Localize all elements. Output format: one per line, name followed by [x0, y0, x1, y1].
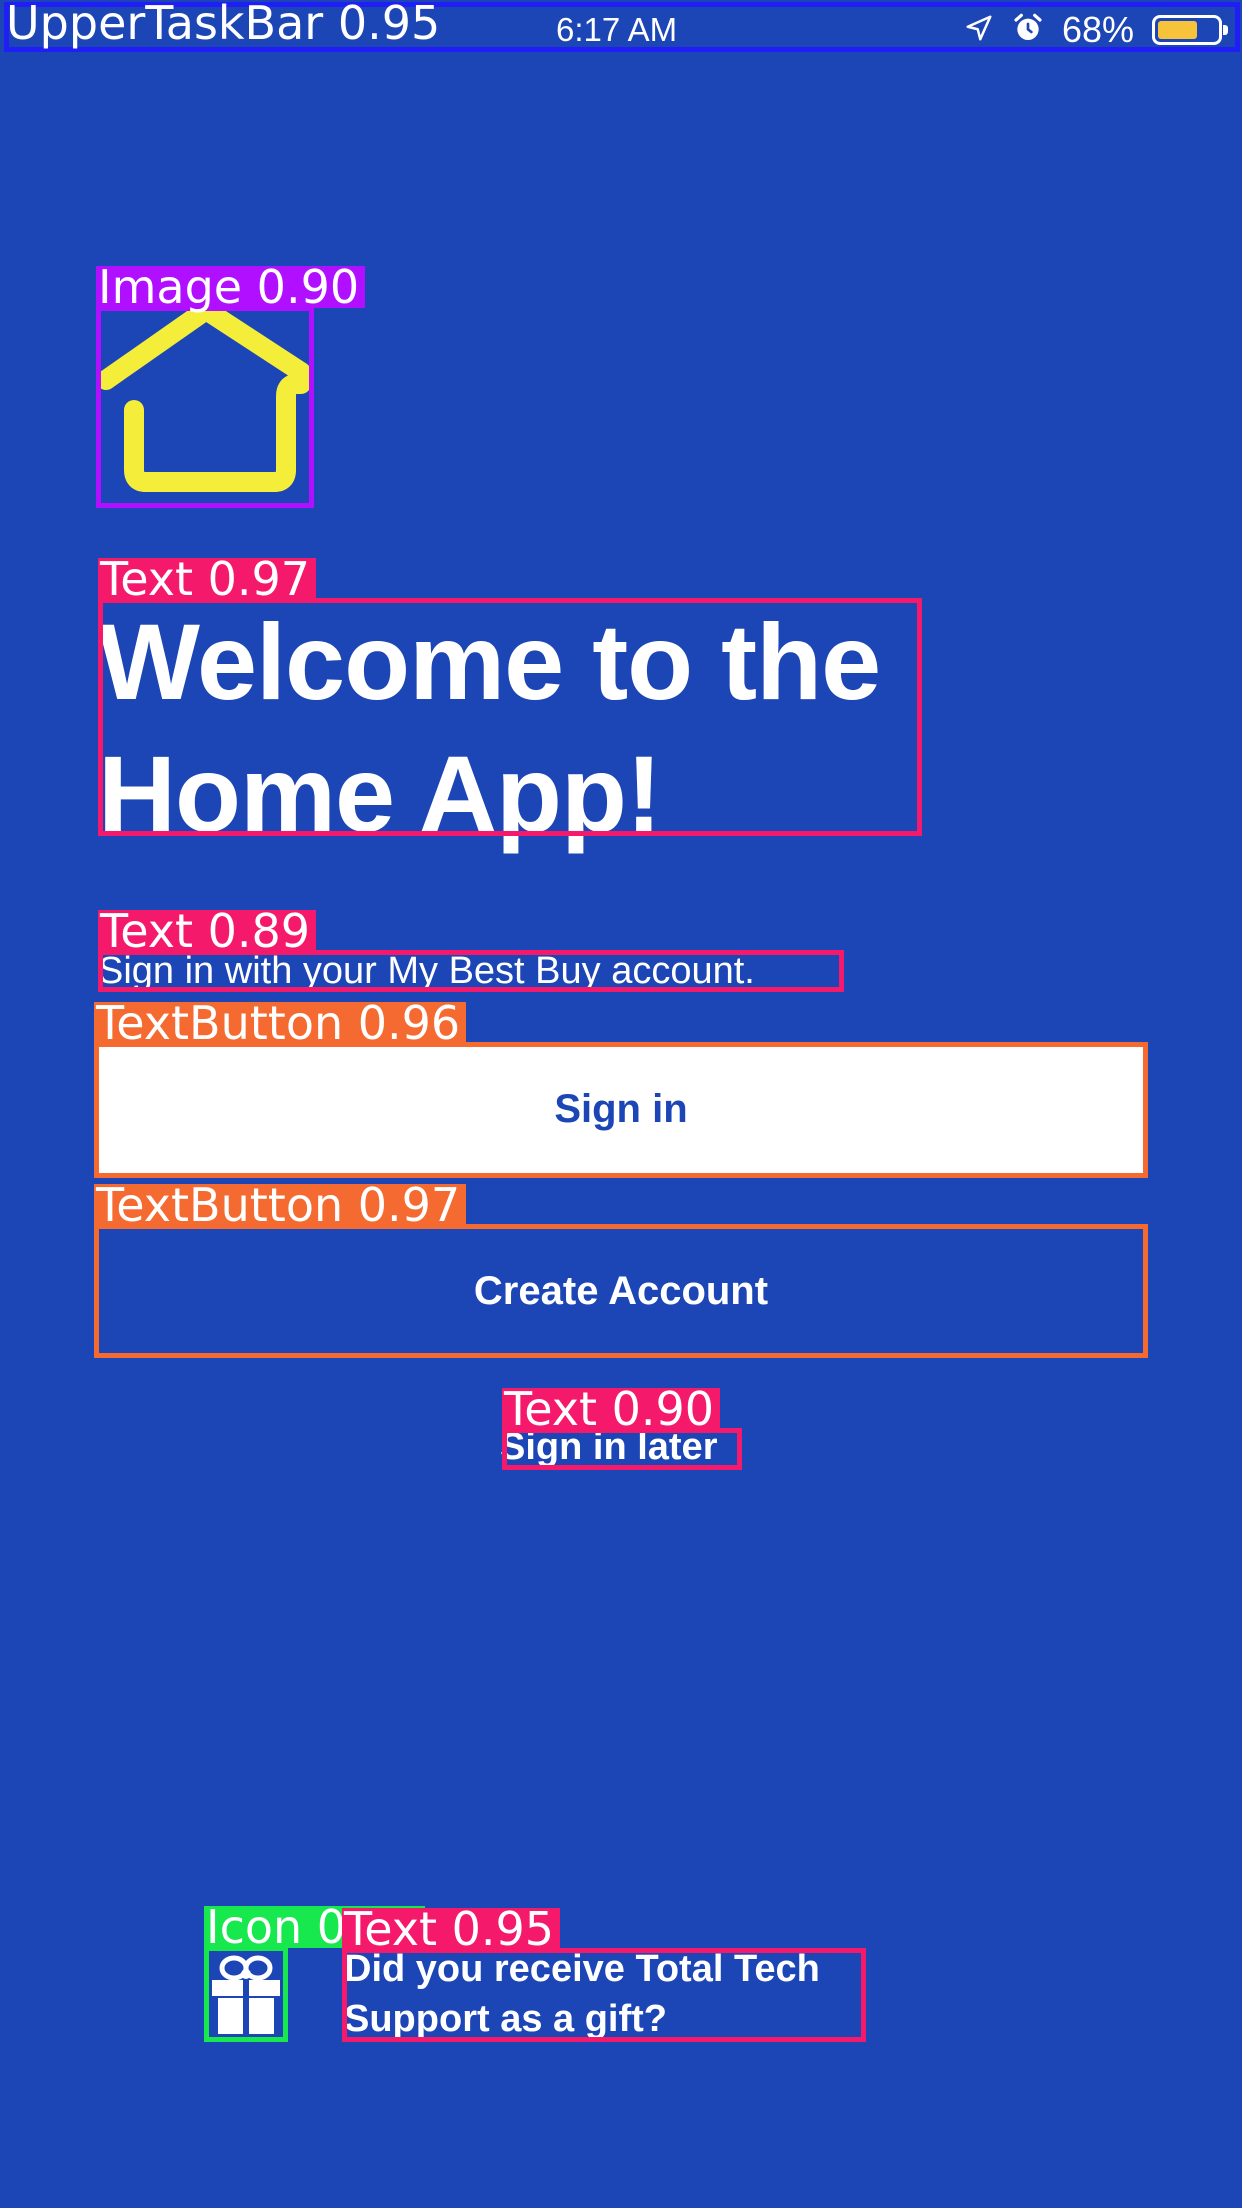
- detection-label: Image 0.90: [96, 264, 366, 310]
- detection-box: [94, 1224, 1148, 1358]
- detection-label: Text 0.97: [98, 556, 317, 602]
- detection-label: TextButton 0.96: [94, 1000, 467, 1046]
- detection-box: [98, 598, 922, 836]
- detection-box: [94, 1042, 1148, 1178]
- detection-box: [342, 1948, 866, 2042]
- detection-label: Text 0.90: [502, 1386, 721, 1432]
- detection-label: Text 0.89: [98, 908, 317, 954]
- detection-label: Text 0.95: [342, 1906, 561, 1952]
- detection-label: TextButton 0.97: [94, 1182, 467, 1228]
- detection-box: [96, 306, 314, 508]
- detection-box: [204, 1946, 288, 2042]
- detection-label: UpperTaskBar 0.95: [6, 0, 441, 50]
